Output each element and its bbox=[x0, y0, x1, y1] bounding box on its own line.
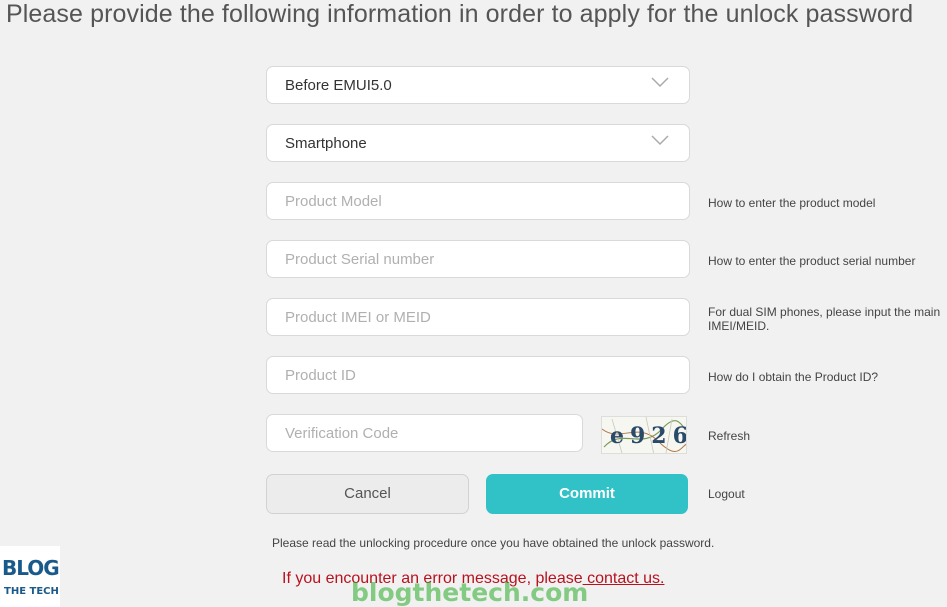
logo-line-2: THE TECH bbox=[4, 586, 59, 597]
chevron-down-icon bbox=[651, 135, 669, 146]
contact-us-link[interactable]: contact us. bbox=[583, 570, 664, 587]
product-id-field-wrap bbox=[266, 356, 690, 394]
device-type-value: Smartphone bbox=[285, 135, 367, 152]
captcha-refresh-link[interactable]: Refresh bbox=[708, 429, 750, 443]
product-id-help-link[interactable]: How do I obtain the Product ID? bbox=[708, 370, 878, 384]
imei-field-wrap bbox=[266, 298, 690, 336]
system-version-select[interactable]: Before EMUI5.0 bbox=[266, 66, 690, 104]
product-model-field-wrap bbox=[266, 182, 690, 220]
system-version-value: Before EMUI5.0 bbox=[285, 77, 392, 94]
cancel-button[interactable]: Cancel bbox=[266, 474, 469, 514]
logout-link[interactable]: Logout bbox=[708, 487, 745, 501]
verification-code-input[interactable] bbox=[267, 415, 582, 451]
imei-hint: For dual SIM phones, please input the ma… bbox=[708, 305, 941, 333]
serial-number-field-wrap bbox=[266, 240, 690, 278]
product-model-help-link[interactable]: How to enter the product model bbox=[708, 196, 875, 210]
captcha-image[interactable]: e926 bbox=[601, 416, 687, 454]
captcha-text: e926 bbox=[610, 423, 687, 449]
imei-input[interactable] bbox=[267, 299, 689, 335]
commit-button[interactable]: Commit bbox=[486, 474, 688, 514]
watermark: blogthetech.com bbox=[351, 578, 589, 607]
page-heading: Please provide the following information… bbox=[6, 0, 914, 28]
serial-number-help-link[interactable]: How to enter the product serial number bbox=[708, 254, 915, 268]
product-model-input[interactable] bbox=[267, 183, 689, 219]
chevron-down-icon bbox=[651, 77, 669, 88]
device-type-select[interactable]: Smartphone bbox=[266, 124, 690, 162]
serial-number-input[interactable] bbox=[267, 241, 689, 277]
logo-line-1: BLOG bbox=[2, 556, 60, 580]
blog-logo: BLOG THE TECH bbox=[0, 546, 60, 607]
verification-code-field-wrap bbox=[266, 414, 583, 452]
unlock-procedure-note: Please read the unlocking procedure once… bbox=[272, 536, 715, 550]
product-id-input[interactable] bbox=[267, 357, 689, 393]
